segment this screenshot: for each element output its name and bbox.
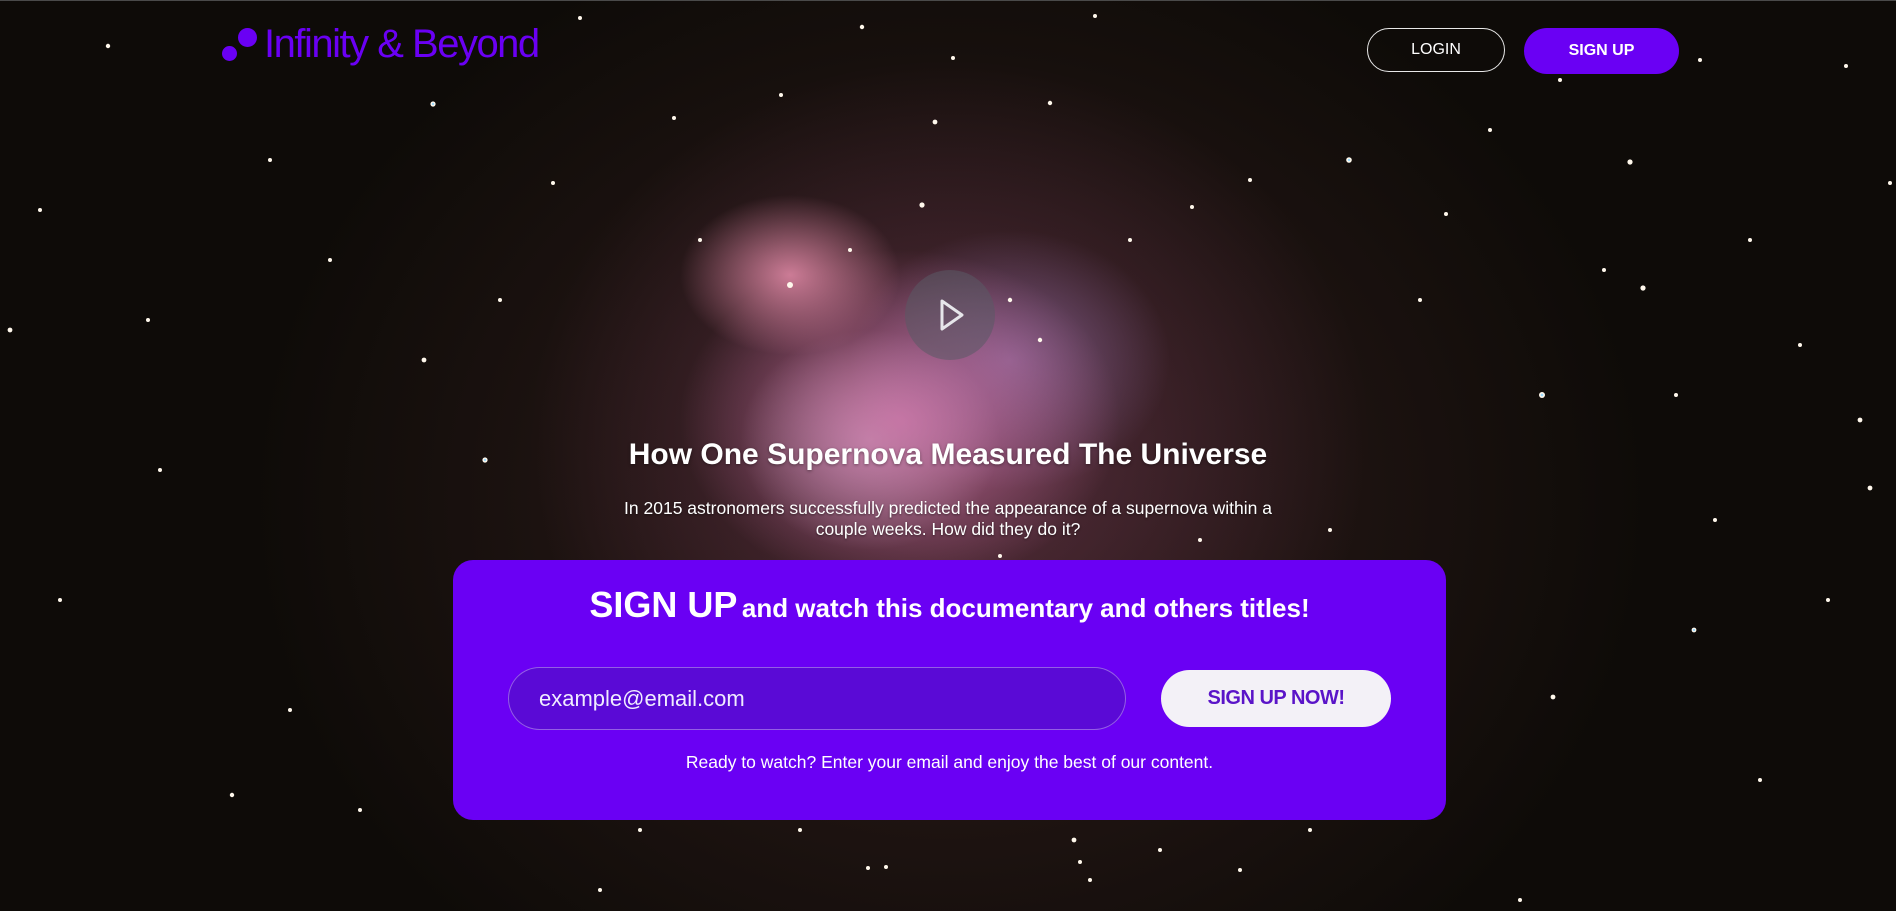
brand-logo[interactable]: Infinity & Beyond — [220, 22, 540, 66]
signup-now-button[interactable]: SIGN UP NOW! — [1161, 670, 1391, 727]
login-button[interactable]: LOGIN — [1367, 28, 1505, 72]
signup-headline: SIGN UP and watch this documentary and o… — [453, 584, 1446, 626]
signup-button[interactable]: SIGN UP — [1524, 28, 1679, 74]
documentary-description: In 2015 astronomers successfully predict… — [624, 498, 1272, 539]
signup-note: Ready to watch? Enter your email and enj… — [685, 752, 1214, 772]
brand-name: Infinity & Beyond — [264, 22, 540, 66]
play-icon — [940, 299, 964, 331]
signup-headline-rest: and watch this documentary and others ti… — [741, 593, 1310, 623]
landing-page: Infinity & Beyond LOGIN SIGN UP How One … — [0, 0, 1896, 911]
play-video-button[interactable] — [905, 270, 995, 360]
documentary-title: How One Supernova Measured The Universe — [628, 438, 1268, 471]
signup-headline-strong: SIGN UP — [589, 584, 738, 625]
email-input[interactable] — [508, 667, 1126, 730]
logo-dots-icon — [220, 22, 260, 66]
signup-card: SIGN UP and watch this documentary and o… — [453, 560, 1446, 820]
top-border — [0, 0, 1896, 1]
